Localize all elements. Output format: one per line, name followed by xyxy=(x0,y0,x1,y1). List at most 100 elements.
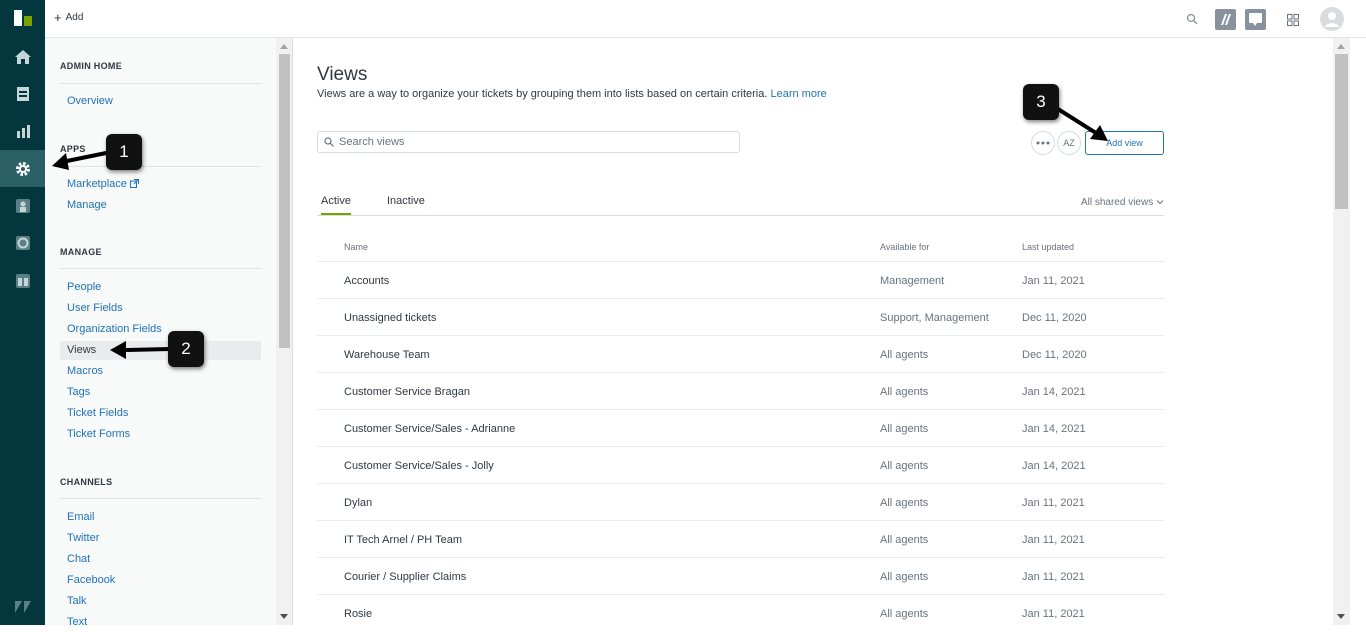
app-slash-icon[interactable] xyxy=(1215,9,1236,35)
view-available-for: All agents xyxy=(880,423,929,435)
add-button[interactable]: + Add xyxy=(54,9,84,25)
description-text: Views are a way to organize your tickets… xyxy=(317,88,768,100)
callout-badge-3: 3 xyxy=(1023,84,1059,120)
view-last-updated: Jan 14, 2021 xyxy=(1022,423,1086,435)
zendesk-logo-icon[interactable] xyxy=(0,588,45,625)
page-description: Views are a way to organize your tickets… xyxy=(317,88,827,100)
table-row[interactable]: Dylan All agents Jan 11, 2021 xyxy=(317,484,1164,521)
divider xyxy=(60,268,261,269)
sidebar-item-organization-fields[interactable]: Organization Fields xyxy=(60,320,261,339)
view-name[interactable]: Customer Service Bragan xyxy=(344,386,470,398)
search-views-box[interactable] xyxy=(317,131,740,153)
admin-sidebar: ADMIN HOME Overview APPS Marketplace Man… xyxy=(45,38,276,625)
chat-icon[interactable] xyxy=(1245,9,1266,35)
tab-inactive[interactable]: Inactive xyxy=(387,195,425,213)
table-row[interactable]: Courier / Supplier Claims All agents Jan 1… xyxy=(317,558,1164,595)
view-name[interactable]: Unassigned tickets xyxy=(344,312,436,324)
sidebar-item-text[interactable]: Text xyxy=(60,613,261,625)
external-link-icon xyxy=(129,179,139,188)
app-binoculars-icon[interactable] xyxy=(0,262,45,299)
view-name[interactable]: Accounts xyxy=(344,275,389,287)
table-row[interactable]: Customer Service/Sales - Jolly All agents… xyxy=(317,447,1164,484)
view-available-for: All agents xyxy=(880,571,929,583)
reporting-icon[interactable] xyxy=(0,112,45,149)
app-person-icon[interactable] xyxy=(0,187,45,224)
add-view-button[interactable]: Add view xyxy=(1085,131,1164,155)
shared-views-filter[interactable]: All shared views xyxy=(1081,197,1164,208)
add-label: Add xyxy=(65,12,84,23)
top-bar: + Add xyxy=(45,0,1366,38)
scroll-down-arrow-icon[interactable] xyxy=(1337,614,1345,619)
view-available-for: All agents xyxy=(880,497,929,509)
home-icon[interactable] xyxy=(0,38,45,75)
sidebar-item-tags[interactable]: Tags xyxy=(60,383,261,402)
sidebar-item-ticket-fields[interactable]: Ticket Fields xyxy=(60,404,261,423)
sidebar-item-manage-apps[interactable]: Manage xyxy=(60,196,261,215)
table-row[interactable]: Customer Service Bragan All agents Jan 14,… xyxy=(317,373,1164,410)
sidebar-item-facebook[interactable]: Facebook xyxy=(60,571,261,590)
table-row[interactable]: Customer Service/Sales - Adrianne All age… xyxy=(317,410,1164,447)
sort-az-button[interactable]: AZ xyxy=(1057,131,1081,155)
callout-badge-1: 1 xyxy=(106,134,142,170)
learn-more-link[interactable]: Learn more xyxy=(770,88,826,100)
filter-label: All shared views xyxy=(1080,197,1154,208)
scrollbar-thumb[interactable] xyxy=(279,54,290,348)
view-name[interactable]: Warehouse Team xyxy=(344,349,430,361)
sidebar-scrollbar[interactable] xyxy=(276,38,293,625)
view-last-updated: Jan 14, 2021 xyxy=(1022,386,1086,398)
page-title: Views xyxy=(317,64,368,85)
zendesk-support-logo-icon[interactable] xyxy=(12,8,34,30)
search-views-input[interactable] xyxy=(339,136,729,148)
sidebar-item-chat[interactable]: Chat xyxy=(60,550,261,569)
sidebar-item-user-fields[interactable]: User Fields xyxy=(60,299,261,318)
column-header-available-for: Available for xyxy=(880,242,930,252)
view-last-updated: Jan 11, 2021 xyxy=(1022,571,1085,583)
view-last-updated: Jan 14, 2021 xyxy=(1022,460,1086,472)
view-name[interactable]: IT Tech Arnel / PH Team xyxy=(344,534,462,546)
sidebar-item-ticket-forms[interactable]: Ticket Forms xyxy=(60,425,261,444)
view-name[interactable]: Rosie xyxy=(344,608,372,620)
view-name[interactable]: Customer Service/Sales - Adrianne xyxy=(344,423,515,435)
product-tray-icon[interactable] xyxy=(1287,13,1299,31)
sidebar-item-overview[interactable]: Overview xyxy=(60,92,261,111)
sidebar-item-macros[interactable]: Macros xyxy=(60,362,261,381)
view-available-for: All agents xyxy=(880,608,929,620)
view-last-updated: Jan 11, 2021 xyxy=(1022,497,1085,509)
sidebar-item-talk[interactable]: Talk xyxy=(60,592,261,611)
table-row[interactable]: Rosie All agents Jan 11, 2021 xyxy=(317,595,1164,632)
sidebar-item-people[interactable]: People xyxy=(60,278,261,297)
user-avatar[interactable] xyxy=(1320,7,1344,36)
column-header-last-updated[interactable]: Last updated xyxy=(1022,242,1074,252)
table-row[interactable]: Accounts Management Jan 11, 2021 xyxy=(317,262,1164,299)
plus-icon: + xyxy=(54,9,62,25)
view-last-updated: Dec 11, 2020 xyxy=(1022,349,1087,361)
view-name[interactable]: Dylan xyxy=(344,497,372,509)
scrollbar-thumb[interactable] xyxy=(1335,54,1348,209)
divider xyxy=(60,498,261,499)
view-available-for: All agents xyxy=(880,460,929,472)
search-icon[interactable] xyxy=(1186,12,1198,30)
view-name[interactable]: Courier / Supplier Claims xyxy=(344,571,466,583)
view-last-updated: Jan 11, 2021 xyxy=(1022,608,1085,620)
column-header-name[interactable]: Name xyxy=(344,242,368,252)
admin-gear-icon[interactable] xyxy=(0,150,45,187)
table-row[interactable]: IT Tech Arnel / PH Team All agents Jan 11,… xyxy=(317,521,1164,558)
sidebar-item-views[interactable]: Views xyxy=(60,341,261,360)
scroll-down-arrow-icon[interactable] xyxy=(280,614,288,619)
app-globe-icon[interactable] xyxy=(0,224,45,261)
main-scrollbar[interactable] xyxy=(1333,38,1350,625)
product-rail xyxy=(0,0,45,625)
sidebar-item-email[interactable]: Email xyxy=(60,508,261,527)
sidebar-item-marketplace[interactable]: Marketplace xyxy=(60,175,261,194)
callout-badge-2: 2 xyxy=(168,331,204,367)
table-row[interactable]: Warehouse Team All agents Dec 11, 2020 xyxy=(317,336,1164,373)
table-row[interactable]: Unassigned tickets Support, Management Dec… xyxy=(317,299,1164,336)
view-name[interactable]: Customer Service/Sales - Jolly xyxy=(344,460,494,472)
tab-active[interactable]: Active xyxy=(321,195,351,215)
sidebar-item-twitter[interactable]: Twitter xyxy=(60,529,261,548)
view-available-for: All agents xyxy=(880,386,929,398)
views-icon[interactable] xyxy=(0,75,45,112)
more-options-button[interactable] xyxy=(1031,131,1055,155)
scroll-up-arrow-icon[interactable] xyxy=(280,44,288,49)
scroll-up-arrow-icon[interactable] xyxy=(1337,44,1345,49)
